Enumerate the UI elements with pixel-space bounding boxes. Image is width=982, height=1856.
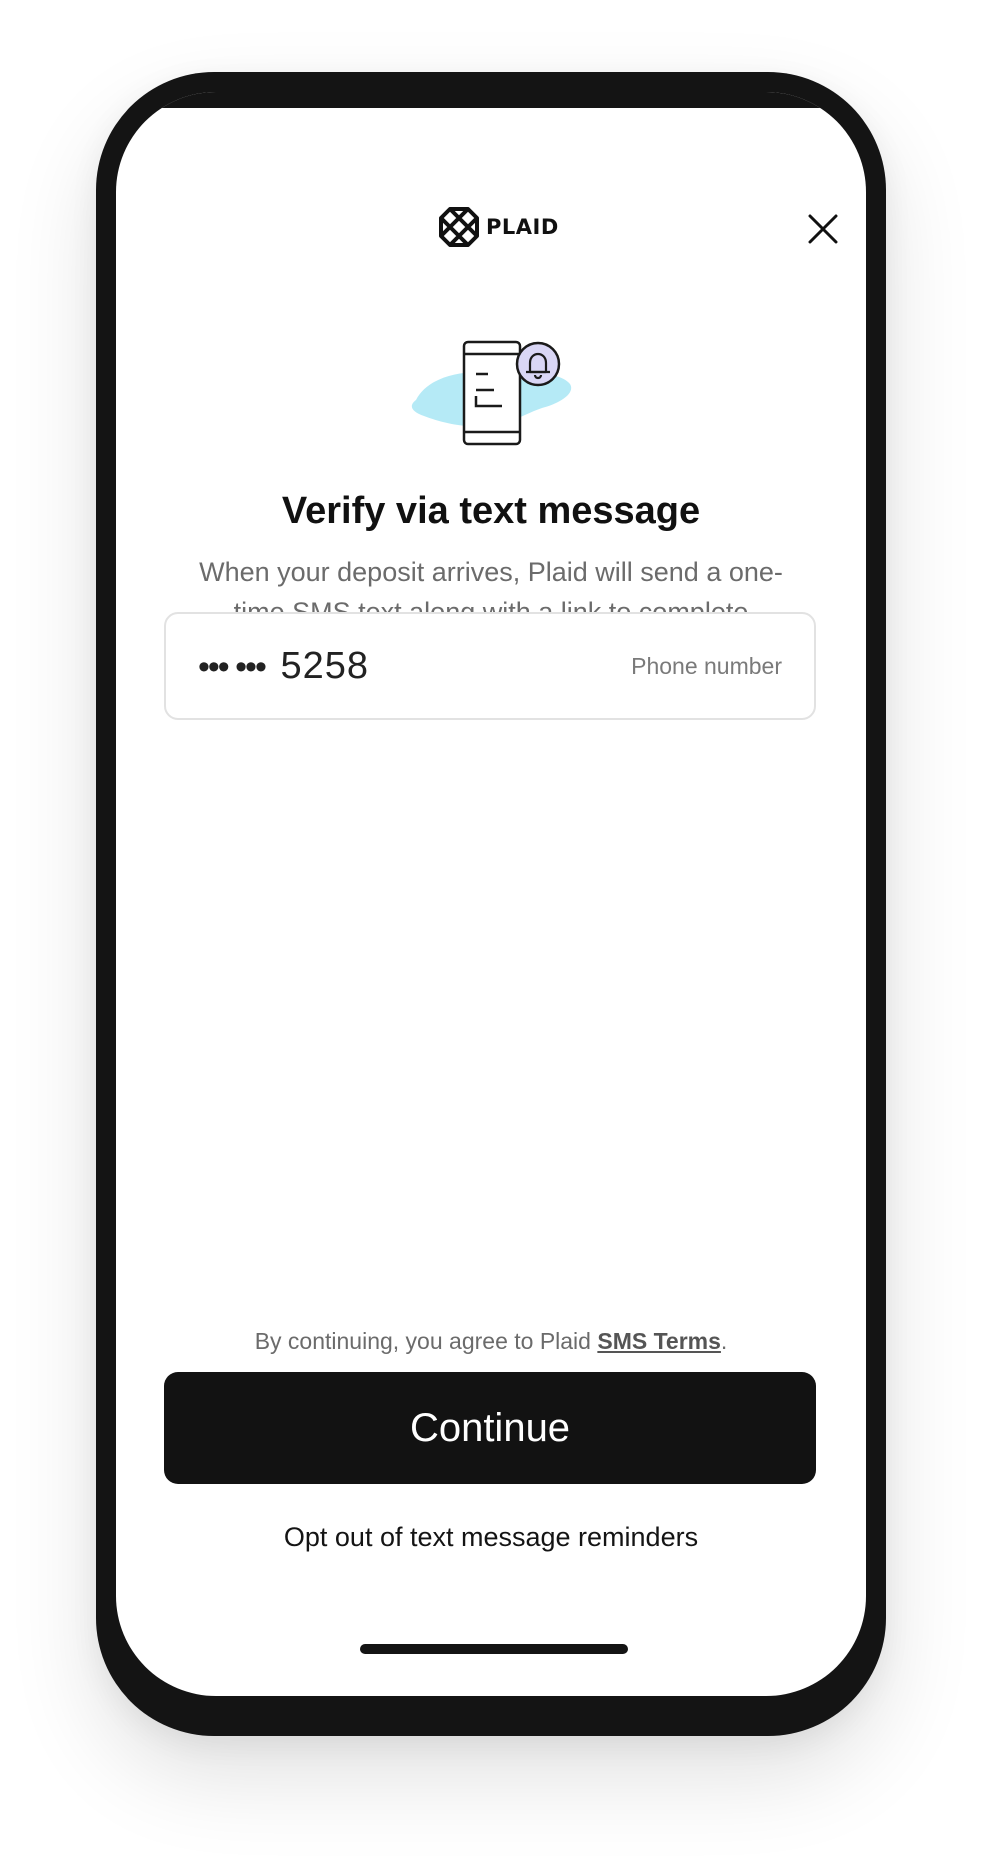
phone-number-field[interactable]: ••• ••• 5258 Phone number (164, 612, 816, 720)
masked-digits: ••• ••• (198, 647, 267, 686)
phone-frame: PLAID Verify via text message When your … (96, 72, 886, 1736)
opt-out-link[interactable]: Opt out of text message reminders (116, 1522, 866, 1553)
phone-number-value: ••• ••• 5258 (198, 645, 369, 688)
phone-notification-illustration (406, 338, 576, 454)
plaid-logo-text: PLAID (486, 215, 559, 239)
plaid-logo-icon (438, 206, 480, 248)
phone-number-label: Phone number (631, 652, 782, 679)
sms-terms-notice: By continuing, you agree to Plaid SMS Te… (116, 1328, 866, 1355)
page-title: Verify via text message (281, 490, 701, 532)
phone-screen: PLAID Verify via text message When your … (116, 92, 866, 1696)
sms-terms-link[interactable]: SMS Terms (597, 1328, 721, 1354)
plaid-logo: PLAID (438, 206, 559, 248)
continue-button[interactable]: Continue (164, 1372, 816, 1484)
close-icon (808, 214, 838, 244)
status-bar (116, 92, 866, 108)
terms-suffix: . (720, 1328, 728, 1354)
phone-last-digits: 5258 (280, 644, 369, 687)
home-indicator (360, 1644, 628, 1654)
close-button[interactable] (806, 212, 840, 246)
terms-prefix: By continuing, you agree to Plaid (254, 1328, 598, 1354)
